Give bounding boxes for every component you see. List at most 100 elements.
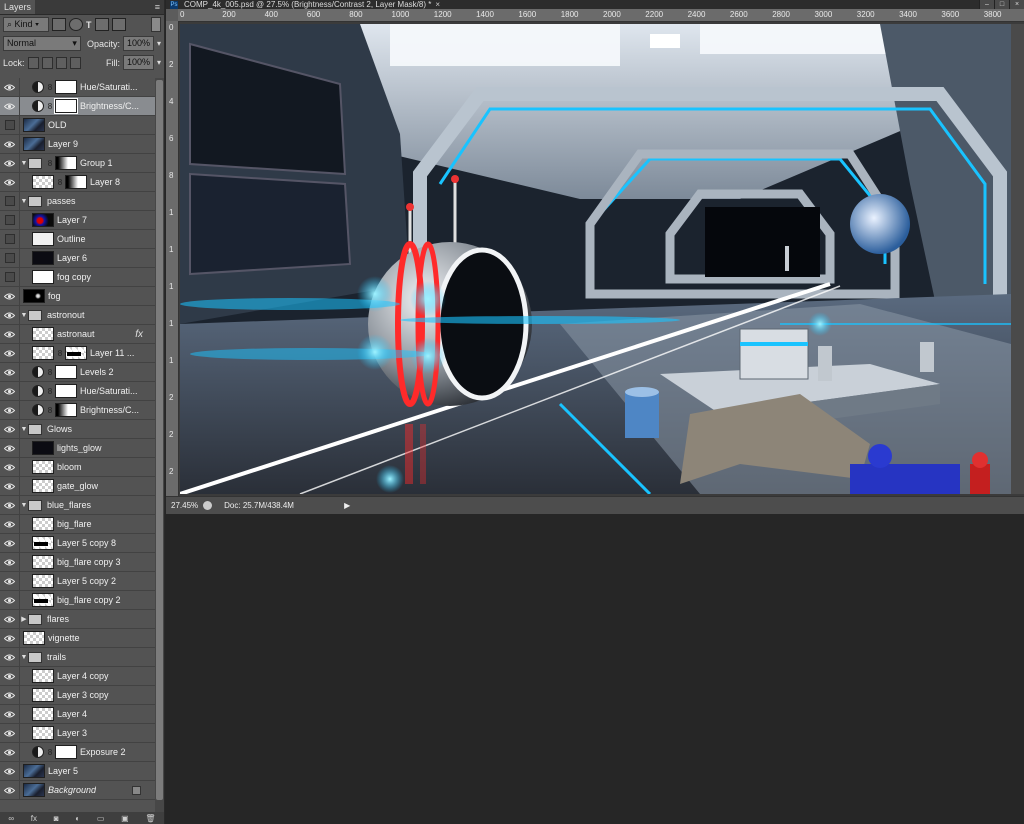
layer-thumbnail[interactable] — [32, 669, 54, 683]
new-layer-icon[interactable]: ▣ — [121, 814, 129, 823]
layer-thumbnail[interactable] — [32, 175, 54, 189]
eye-icon[interactable] — [0, 400, 20, 420]
new-group-icon[interactable]: ▭ — [97, 814, 105, 823]
layer-name[interactable]: astronaut — [57, 329, 95, 339]
eye-icon[interactable] — [0, 761, 20, 781]
layer-name[interactable]: blue_flares — [47, 500, 91, 510]
layer-name[interactable]: trails — [47, 652, 66, 662]
layer-name[interactable]: big_flare copy 2 — [57, 595, 121, 605]
zoom-level[interactable]: 27.45% — [166, 501, 203, 510]
link-icon[interactable]: 8 — [57, 178, 63, 187]
eye-icon[interactable] — [0, 78, 20, 97]
layer-row[interactable]: 8 Hue/Saturati... — [0, 78, 155, 97]
layer-thumbnail[interactable] — [32, 536, 54, 550]
lock-transparent-icon[interactable] — [27, 56, 39, 69]
eye-icon[interactable] — [0, 343, 20, 363]
close-window-button[interactable]: × — [1009, 0, 1024, 9]
lock-move-icon[interactable] — [55, 56, 67, 69]
ruler-vertical[interactable]: 0 2 4 6 8 1 1 1 1 1 2 2 2 — [166, 21, 179, 496]
eye-icon[interactable] — [0, 704, 20, 724]
layer-name[interactable]: vignette — [48, 633, 80, 643]
layer-thumbnail[interactable] — [32, 707, 54, 721]
layer-name[interactable]: Exposure 2 — [80, 747, 126, 757]
layer-row[interactable]: 8 Exposure 2 — [0, 742, 155, 762]
layer-thumbnail[interactable] — [32, 232, 54, 246]
visibility-off-icon[interactable] — [0, 248, 20, 268]
document-tab[interactable]: Ps COMP_4k_005.psd @ 27.5% (Brightness/C… — [166, 0, 1024, 9]
new-adjustment-icon[interactable]: ◐ — [75, 814, 80, 823]
visibility-off-icon[interactable] — [0, 115, 20, 135]
layer-thumbnail[interactable] — [32, 517, 54, 531]
layer-row[interactable]: vignette — [0, 628, 155, 648]
layer-mask-thumbnail[interactable] — [65, 346, 87, 360]
minimize-button[interactable]: – — [979, 0, 994, 9]
layer-name[interactable]: Glows — [47, 424, 72, 434]
eye-icon[interactable] — [0, 134, 20, 154]
link-icon[interactable]: 8 — [47, 102, 53, 111]
visibility-off-icon[interactable] — [0, 191, 20, 211]
fx-icon[interactable]: fx — [135, 329, 143, 340]
layer-name[interactable]: passes — [47, 196, 76, 206]
layer-name[interactable]: flares — [47, 614, 69, 624]
eye-icon[interactable] — [0, 457, 20, 477]
eye-icon[interactable] — [0, 666, 20, 686]
layer-row[interactable]: gate_glow — [0, 476, 155, 496]
eye-icon[interactable] — [0, 381, 20, 401]
link-icon[interactable]: 8 — [47, 387, 53, 396]
layer-name[interactable]: Layer 3 copy — [57, 690, 109, 700]
eye-icon[interactable] — [0, 172, 20, 192]
layer-name[interactable]: Hue/Saturati... — [80, 82, 138, 92]
eye-icon[interactable] — [0, 723, 20, 743]
layer-name[interactable]: Levels 2 — [80, 367, 114, 377]
layer-row[interactable]: Layer 3 — [0, 723, 155, 743]
layer-mask-thumbnail[interactable] — [65, 175, 87, 189]
layer-name[interactable]: Hue/Saturati... — [80, 386, 138, 396]
visibility-off-icon[interactable] — [0, 210, 20, 230]
filter-adjustment-icon[interactable] — [69, 18, 83, 31]
layer-row[interactable]: big_flare copy 3 — [0, 552, 155, 572]
layer-name[interactable]: Layer 3 — [57, 728, 87, 738]
layer-row[interactable]: 8 Brightness/C... — [0, 96, 155, 116]
layer-name[interactable]: Layer 5 — [48, 766, 78, 776]
layer-thumbnail[interactable] — [23, 631, 45, 645]
layer-thumbnail[interactable] — [32, 270, 54, 284]
layer-row[interactable]: OLD — [0, 115, 155, 135]
expand-arrow-down-icon[interactable]: ▼ — [20, 198, 28, 205]
expand-arrow-down-icon[interactable]: ▼ — [20, 426, 28, 433]
layer-row[interactable]: big_flare — [0, 514, 155, 534]
visibility-off-icon[interactable] — [0, 229, 20, 249]
layer-thumbnail[interactable] — [32, 213, 54, 227]
layer-row[interactable]: Layer 3 copy — [0, 685, 155, 705]
layer-thumbnail[interactable] — [55, 365, 77, 379]
layers-tab[interactable]: Layers — [0, 0, 36, 14]
layer-row[interactable]: Layer 4 copy — [0, 666, 155, 686]
layer-group-row[interactable]: ▼ Glows — [0, 419, 155, 439]
expand-arrow-down-icon[interactable]: ▼ — [20, 160, 28, 167]
layer-thumbnail[interactable] — [23, 137, 45, 151]
layer-thumbnail[interactable] — [32, 726, 54, 740]
layer-row[interactable]: 8 Layer 8 — [0, 172, 155, 192]
layer-name[interactable]: Group 1 — [80, 158, 113, 168]
chevron-down-icon[interactable]: ▾ — [157, 58, 161, 67]
link-icon[interactable]: 8 — [47, 368, 53, 377]
eye-icon[interactable] — [0, 438, 20, 458]
layer-thumbnail[interactable] — [32, 479, 54, 493]
layer-row[interactable]: Layer 9 — [0, 134, 155, 154]
layer-row[interactable]: Layer 6 — [0, 248, 155, 268]
eye-icon[interactable] — [0, 96, 20, 116]
eye-icon[interactable] — [0, 362, 20, 382]
layer-thumbnail[interactable] — [55, 403, 77, 417]
layers-scrollbar[interactable] — [155, 78, 164, 812]
layer-row[interactable]: 8 Layer 11 ... — [0, 343, 155, 363]
layer-row[interactable]: Layer 4 — [0, 704, 155, 724]
layer-thumbnail[interactable] — [32, 346, 54, 360]
visibility-off-icon[interactable] — [0, 267, 20, 287]
link-layers-icon[interactable]: ∞ — [8, 814, 14, 823]
layer-name[interactable]: Layer 8 — [90, 177, 120, 187]
layer-row[interactable]: Layer 7 — [0, 210, 155, 230]
link-icon[interactable]: 8 — [47, 159, 53, 168]
link-icon[interactable]: 8 — [47, 83, 53, 92]
layer-thumbnail[interactable] — [32, 251, 54, 265]
layer-name[interactable]: Layer 11 ... — [90, 348, 134, 358]
eye-icon[interactable] — [0, 305, 20, 325]
